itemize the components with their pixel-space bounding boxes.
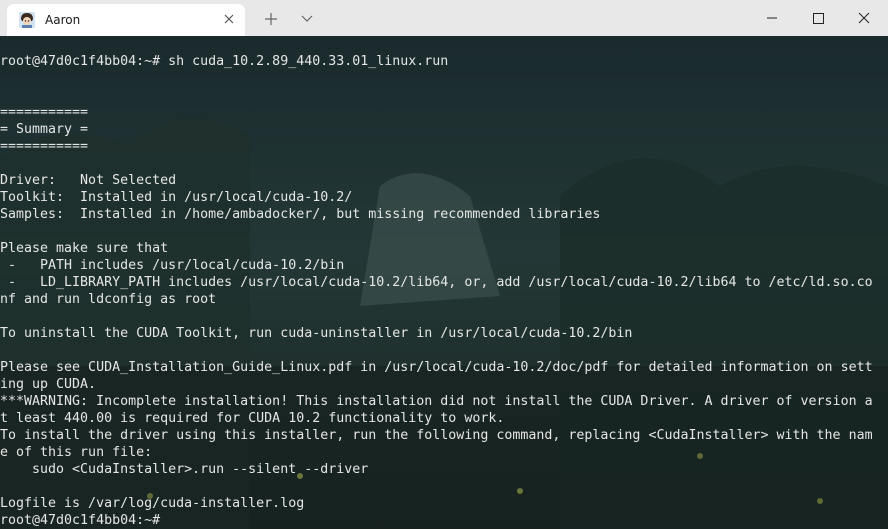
terminal-line: Toolkit: Installed in /usr/local/cuda-10… xyxy=(0,190,353,205)
close-icon xyxy=(858,12,870,24)
chevron-down-icon xyxy=(301,15,313,22)
terminal-line: =========== xyxy=(0,139,89,154)
terminal-line: Please see CUDA_Installation_Guide_Linux… xyxy=(0,360,873,375)
new-tab-button[interactable] xyxy=(261,9,281,29)
terminal-line: To install the driver using this install… xyxy=(0,428,873,443)
tab-aaron[interactable]: Aaron xyxy=(7,4,245,36)
profile-dropdown-button[interactable] xyxy=(297,9,317,29)
maximize-button[interactable] xyxy=(795,0,841,36)
minimize-button[interactable] xyxy=(749,0,795,36)
terminal-line: - PATH includes /usr/local/cuda-10.2/bin xyxy=(0,258,345,273)
close-window-button[interactable] xyxy=(841,0,887,36)
terminal-output: root@47d0c1f4bb04:~# sh cuda_10.2.89_440… xyxy=(0,53,873,529)
terminal-line: root@47d0c1f4bb04:~# sh cuda_10.2.89_440… xyxy=(0,54,449,69)
terminal-line: root@47d0c1f4bb04:~# xyxy=(0,513,161,528)
close-icon xyxy=(224,14,234,24)
terminal-line: e of this run file: xyxy=(0,445,153,460)
terminal-line: ing up CUDA. xyxy=(0,377,97,392)
tab-title: Aaron xyxy=(45,13,81,27)
profile-avatar-icon xyxy=(19,12,35,28)
terminal-line: Please make sure that xyxy=(0,241,169,256)
terminal-line: = Summary = xyxy=(0,122,89,137)
terminal-line: Driver: Not Selected xyxy=(0,173,177,188)
terminal-pane[interactable]: root@47d0c1f4bb04:~# sh cuda_10.2.89_440… xyxy=(0,36,888,529)
terminal-line: - LD_LIBRARY_PATH includes /usr/local/cu… xyxy=(0,275,873,290)
terminal-line: Samples: Installed in /home/ambadocker/,… xyxy=(0,207,601,222)
terminal-line: To uninstall the CUDA Toolkit, run cuda-… xyxy=(0,326,633,341)
plus-icon xyxy=(265,13,277,25)
terminal-line: Logfile is /var/log/cuda-installer.log xyxy=(0,496,305,511)
terminal-line: nf and run ldconfig as root xyxy=(0,292,217,307)
tab-close-button[interactable] xyxy=(221,10,237,28)
terminal-line: =========== xyxy=(0,105,89,120)
terminal-line: t least 440.00 is required for CUDA 10.2… xyxy=(0,411,505,426)
window-titlebar[interactable]: Aaron xyxy=(0,0,888,36)
minimize-icon xyxy=(767,17,777,19)
terminal-line: sudo <CudaInstaller>.run --silent --driv… xyxy=(0,462,369,477)
maximize-icon xyxy=(813,13,824,24)
terminal-line: ***WARNING: Incomplete installation! Thi… xyxy=(0,394,873,409)
